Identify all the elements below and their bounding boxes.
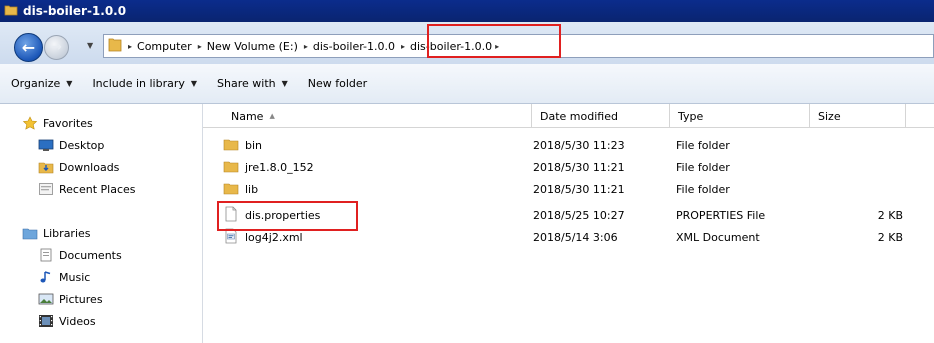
file-type-cell: PROPERTIES File	[676, 208, 766, 222]
file-row[interactable]: jre1.8.0_152 2018/5/30 11:21 File folder	[203, 156, 934, 178]
column-header-row: Name ▲ Date modified Type Size	[203, 104, 934, 128]
file-size-cell	[853, 178, 903, 200]
folder-icon	[223, 159, 239, 176]
file-date-cell: 2018/5/30 11:21	[533, 182, 625, 196]
nav-desktop[interactable]: Desktop	[38, 138, 104, 152]
xml-file-icon	[223, 228, 239, 247]
organize-menu[interactable]: Organize ▼	[11, 77, 72, 90]
nav-pictures[interactable]: Pictures	[38, 292, 103, 306]
videos-icon	[38, 314, 54, 328]
window-title-bar: dis-boiler-1.0.0	[0, 0, 934, 22]
recent-places-icon	[38, 182, 54, 196]
nav-favorites[interactable]: Favorites	[22, 116, 93, 130]
libraries-icon	[22, 226, 38, 240]
chevron-down-icon: ▼	[66, 79, 73, 88]
nav-libraries[interactable]: Libraries	[22, 226, 91, 240]
include-in-library-menu[interactable]: Include in library ▼	[92, 77, 197, 90]
forward-arrow-icon: →	[51, 40, 62, 55]
chevron-down-icon: ▼	[281, 79, 288, 88]
file-size-cell: 2 KB	[877, 230, 903, 244]
new-folder-button[interactable]: New folder	[308, 77, 367, 90]
file-row[interactable]: bin 2018/5/30 11:23 File folder	[203, 134, 934, 156]
chevron-down-icon: ▼	[190, 79, 198, 88]
file-icon	[223, 206, 239, 225]
star-icon	[22, 116, 38, 130]
file-type-cell: File folder	[676, 160, 730, 174]
command-toolbar: Organize ▼ Include in library ▼ Share wi…	[0, 64, 934, 104]
file-row[interactable]: dis.properties 2018/5/25 10:27 PROPERTIE…	[203, 204, 934, 226]
folder-icon	[223, 137, 239, 154]
column-header-name[interactable]: Name ▲	[223, 104, 532, 128]
folder-icon	[4, 3, 18, 20]
chevron-right-icon: ▸	[495, 41, 500, 51]
file-date-cell: 2018/5/30 11:21	[533, 160, 625, 174]
chevron-right-icon: ▸	[303, 41, 308, 51]
file-type-cell: File folder	[676, 138, 730, 152]
file-size-cell	[853, 156, 903, 178]
file-name-cell: dis.properties	[223, 204, 320, 226]
address-bar[interactable]: ▸ Computer ▸ New Volume (E:) ▸ dis-boile…	[103, 34, 934, 58]
back-button[interactable]: ←	[14, 33, 43, 62]
downloads-icon	[38, 160, 54, 174]
file-name-cell: log4j2.xml	[223, 226, 303, 248]
file-row[interactable]: log4j2.xml 2018/5/14 3:06 XML Document 2…	[203, 226, 934, 248]
back-arrow-icon: ←	[21, 38, 36, 57]
chevron-right-icon: ▸	[400, 41, 405, 51]
address-row: ← → ▼ ▸ Computer ▸ New Volume (E:) ▸ dis…	[0, 22, 934, 64]
file-row[interactable]: lib 2018/5/30 11:21 File folder	[203, 178, 934, 200]
file-size-cell	[853, 134, 903, 156]
breadcrumb-new-volume[interactable]: ▸ New Volume (E:)	[198, 40, 298, 53]
file-name-cell: bin	[223, 134, 262, 156]
file-date-cell: 2018/5/30 11:23	[533, 138, 625, 152]
file-type-cell: File folder	[676, 182, 730, 196]
navigation-pane: Favorites Desktop Downloads Recent Place…	[0, 104, 203, 343]
chevron-right-icon: ▸	[197, 41, 202, 51]
breadcrumb-dis-boiler-parent[interactable]: ▸ dis-boiler-1.0.0	[304, 40, 395, 53]
window-title: dis-boiler-1.0.0	[23, 4, 127, 18]
share-with-menu[interactable]: Share with ▼	[217, 77, 288, 90]
folder-icon	[223, 181, 239, 198]
forward-button[interactable]: →	[44, 35, 69, 60]
nav-videos[interactable]: Videos	[38, 314, 96, 328]
column-header-type[interactable]: Type	[670, 104, 810, 128]
nav-recent-places[interactable]: Recent Places	[38, 182, 136, 196]
chevron-right-icon: ▸	[128, 41, 133, 51]
recent-pages-dropdown[interactable]: ▼	[87, 42, 95, 50]
documents-icon	[38, 248, 54, 262]
file-name-cell: jre1.8.0_152	[223, 156, 314, 178]
nav-downloads[interactable]: Downloads	[38, 160, 119, 174]
music-icon	[38, 270, 54, 284]
breadcrumb-dis-boiler-current[interactable]: ▸ dis-boiler-1.0.0 ▸	[401, 40, 499, 53]
desktop-icon	[38, 138, 54, 152]
pictures-icon	[38, 292, 54, 306]
column-header-date-modified[interactable]: Date modified	[532, 104, 670, 128]
nav-documents[interactable]: Documents	[38, 248, 122, 262]
column-header-size[interactable]: Size	[810, 104, 906, 128]
file-name-cell: lib	[223, 178, 258, 200]
nav-music[interactable]: Music	[38, 270, 90, 284]
file-date-cell: 2018/5/14 3:06	[533, 230, 618, 244]
file-size-cell: 2 KB	[877, 208, 903, 222]
file-date-cell: 2018/5/25 10:27	[533, 208, 625, 222]
folder-icon	[108, 37, 122, 56]
file-type-cell: XML Document	[676, 230, 760, 244]
sort-ascending-icon: ▲	[269, 112, 275, 120]
breadcrumb-computer[interactable]: ▸ Computer	[128, 40, 192, 53]
